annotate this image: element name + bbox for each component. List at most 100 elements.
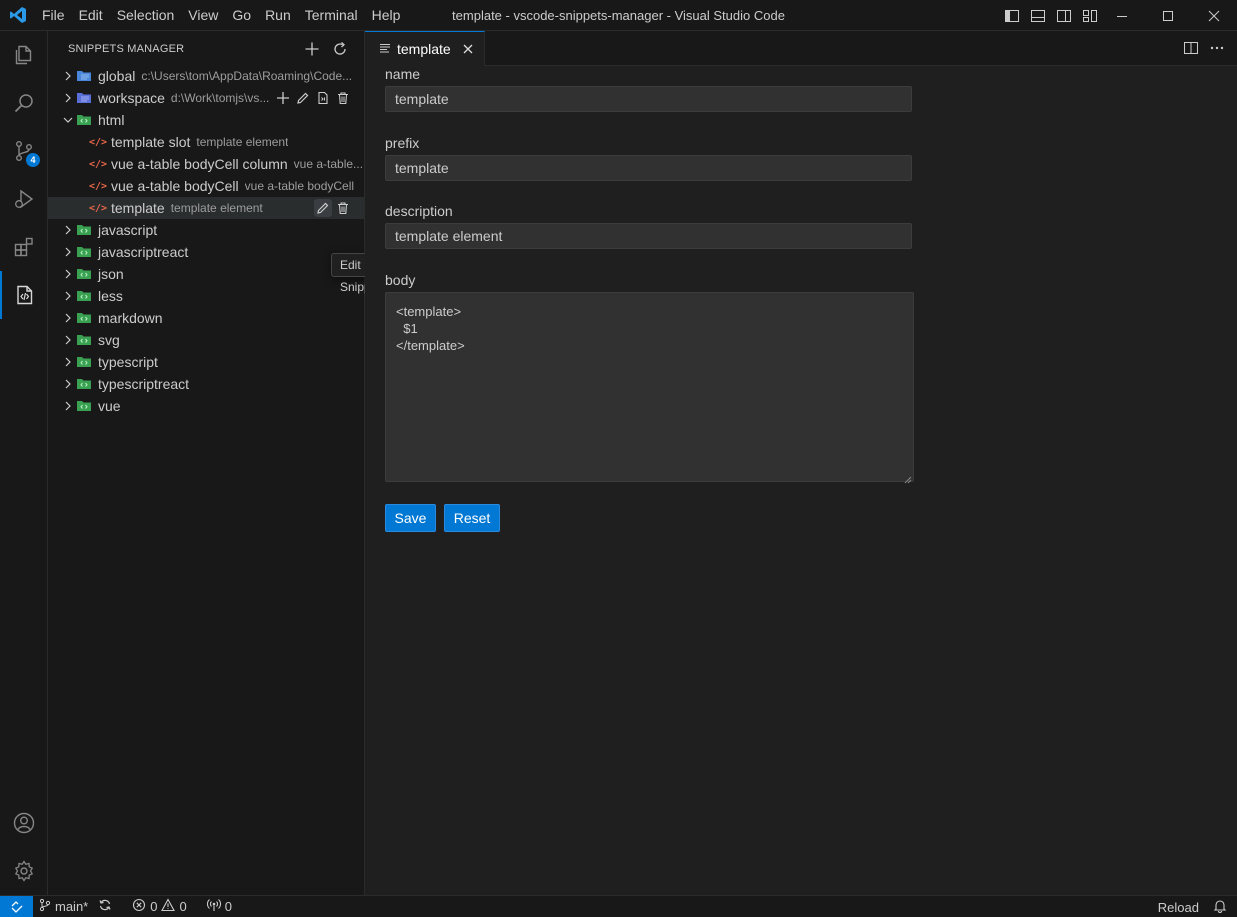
snippet-code-icon: </> bbox=[89, 136, 108, 148]
account-icon[interactable] bbox=[0, 799, 48, 847]
menu-help[interactable]: Help bbox=[365, 0, 408, 31]
snippet-item-description: vue a-table... bbox=[293, 157, 364, 171]
save-button[interactable]: Save bbox=[385, 504, 436, 532]
tree-item-html[interactable]: html bbox=[48, 109, 364, 131]
minimize-icon[interactable] bbox=[1099, 0, 1145, 31]
notifications-bell-icon[interactable] bbox=[1213, 899, 1227, 916]
snippet-item-template-slot[interactable]: </> template slot template element bbox=[48, 131, 364, 153]
description-input[interactable] bbox=[385, 223, 912, 249]
tree-item-label: vue bbox=[98, 398, 121, 414]
prefix-label: prefix bbox=[385, 135, 420, 151]
explorer-icon[interactable] bbox=[0, 31, 48, 79]
language-folder-icon bbox=[76, 332, 92, 348]
problems-indicator[interactable]: 0 0 bbox=[126, 896, 192, 917]
delete-snippet-trash-icon[interactable] bbox=[334, 199, 352, 217]
language-folder-icon bbox=[76, 310, 92, 326]
chevron-down-icon[interactable] bbox=[60, 109, 76, 131]
prefix-input[interactable] bbox=[385, 155, 912, 181]
tab-template[interactable]: template bbox=[365, 31, 485, 66]
chevron-right-icon[interactable] bbox=[60, 373, 76, 395]
tree-item-typescriptreact[interactable]: typescriptreact bbox=[48, 373, 364, 395]
more-actions-icon[interactable] bbox=[1209, 39, 1225, 57]
activity-bar: 4 bbox=[0, 31, 48, 895]
sidebar-header: SNIPPETS MANAGER bbox=[48, 31, 364, 66]
extensions-icon[interactable] bbox=[0, 223, 48, 271]
split-editor-icon[interactable] bbox=[1183, 39, 1199, 57]
add-snippet-icon[interactable] bbox=[274, 89, 292, 107]
global-folder-icon bbox=[76, 68, 92, 84]
tree-item-label: workspace bbox=[98, 90, 165, 106]
tree-item-json[interactable]: json bbox=[48, 263, 364, 285]
search-icon[interactable] bbox=[0, 79, 48, 127]
chevron-right-icon[interactable] bbox=[60, 329, 76, 351]
source-control-icon[interactable]: 4 bbox=[0, 127, 48, 175]
refresh-icon[interactable] bbox=[330, 39, 350, 59]
add-icon[interactable] bbox=[302, 39, 322, 59]
chevron-right-icon[interactable] bbox=[60, 219, 76, 241]
snippets-manager-sidebar: SNIPPETS MANAGER global c:\Users\tom\App… bbox=[48, 31, 390, 895]
open-file-icon[interactable] bbox=[314, 89, 332, 107]
customize-layout-icon[interactable] bbox=[1081, 7, 1099, 25]
git-branch[interactable]: main* bbox=[33, 896, 118, 917]
trash-icon[interactable] bbox=[334, 89, 352, 107]
toggle-primary-sidebar-icon[interactable] bbox=[1003, 7, 1021, 25]
manage-gear-icon[interactable] bbox=[0, 847, 48, 895]
menu-terminal[interactable]: Terminal bbox=[298, 0, 365, 31]
warning-icon bbox=[161, 898, 176, 915]
menu-edit[interactable]: Edit bbox=[72, 0, 110, 31]
tree-item-markdown[interactable]: markdown bbox=[48, 307, 364, 329]
maximize-icon[interactable] bbox=[1145, 0, 1191, 31]
tree-item-typescript[interactable]: typescript bbox=[48, 351, 364, 373]
run-debug-icon[interactable] bbox=[0, 175, 48, 223]
ports-indicator[interactable]: 0 bbox=[201, 896, 238, 917]
chevron-right-icon[interactable] bbox=[60, 241, 76, 263]
sync-icon[interactable] bbox=[98, 898, 112, 915]
chevron-right-icon[interactable] bbox=[60, 87, 76, 109]
git-branch-icon bbox=[39, 898, 51, 915]
workspace-folder-icon bbox=[76, 90, 92, 106]
tree-item-label: javascriptreact bbox=[98, 244, 189, 260]
chevron-right-icon[interactable] bbox=[60, 351, 76, 373]
workspace-row-actions bbox=[274, 89, 352, 107]
menu-go[interactable]: Go bbox=[225, 0, 258, 31]
edit-snippet-pencil-icon[interactable] bbox=[314, 199, 332, 217]
remote-indicator-icon[interactable] bbox=[0, 895, 33, 917]
language-folder-icon bbox=[76, 222, 92, 238]
tree-item-workspace[interactable]: workspace d:\Work\tomjs\vs... bbox=[48, 87, 364, 109]
sidebar-actions bbox=[302, 39, 350, 59]
snippet-item-vue-a-table-bodycell-column[interactable]: </> vue a-table bodyCell column vue a-ta… bbox=[48, 153, 364, 175]
reset-button[interactable]: Reset bbox=[444, 504, 500, 532]
chevron-right-icon[interactable] bbox=[60, 65, 76, 87]
snippet-item-vue-a-table-bodycell[interactable]: </> vue a-table bodyCell vue a-table bod… bbox=[48, 175, 364, 197]
tree-item-vue[interactable]: vue bbox=[48, 395, 364, 417]
menu-view[interactable]: View bbox=[181, 0, 225, 31]
chevron-right-icon[interactable] bbox=[60, 285, 76, 307]
close-window-icon[interactable] bbox=[1191, 0, 1237, 31]
tree-item-label: typescriptreact bbox=[98, 376, 190, 392]
menu-selection[interactable]: Selection bbox=[110, 0, 182, 31]
tree-item-label: markdown bbox=[98, 310, 163, 326]
close-tab-icon[interactable] bbox=[460, 41, 476, 57]
chevron-right-icon[interactable] bbox=[60, 395, 76, 417]
snippets-manager-icon[interactable] bbox=[0, 271, 48, 319]
tree-item-less[interactable]: less bbox=[48, 285, 364, 307]
tree-item-global[interactable]: global c:\Users\tom\AppData\Roaming\Code… bbox=[48, 65, 364, 87]
tree-item-javascriptreact[interactable]: javascriptreact bbox=[48, 241, 364, 263]
menu-run[interactable]: Run bbox=[258, 0, 298, 31]
resize-grip-icon[interactable] bbox=[904, 472, 912, 487]
body-textarea[interactable]: <template> $1 </template> bbox=[385, 292, 914, 482]
tree-item-svg[interactable]: svg bbox=[48, 329, 364, 351]
menu-file[interactable]: File bbox=[35, 0, 72, 31]
git-branch-label: main* bbox=[55, 899, 89, 914]
toggle-secondary-sidebar-icon[interactable] bbox=[1055, 7, 1073, 25]
chevron-right-icon[interactable] bbox=[60, 263, 76, 285]
language-folder-icon bbox=[76, 376, 92, 392]
source-control-badge: 4 bbox=[26, 153, 40, 167]
chevron-right-icon[interactable] bbox=[60, 307, 76, 329]
tree-item-javascript[interactable]: javascript bbox=[48, 219, 364, 241]
toggle-panel-icon[interactable] bbox=[1029, 7, 1047, 25]
reload-button[interactable]: Reload bbox=[1158, 900, 1199, 915]
name-input[interactable] bbox=[385, 86, 912, 112]
edit-pencil-icon[interactable] bbox=[294, 89, 312, 107]
snippet-item-template[interactable]: </> template template element bbox=[48, 197, 364, 219]
